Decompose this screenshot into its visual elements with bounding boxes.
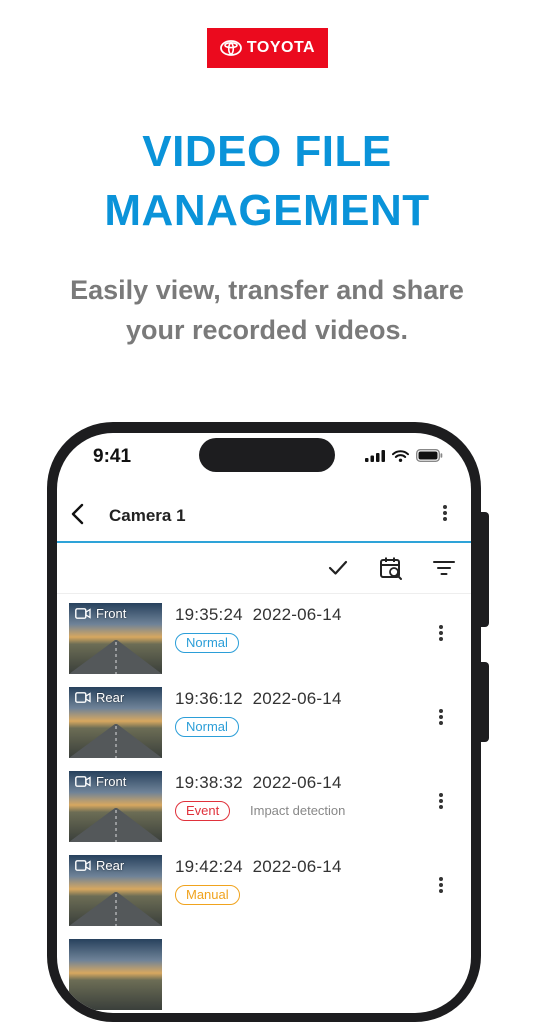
check-icon[interactable] — [325, 555, 351, 581]
subheadline-line-1: Easily view, transfer and share — [70, 275, 464, 305]
video-list-item[interactable]: Rear 19:42:24 2022-06-14 Manual — [57, 845, 471, 929]
brand-name: TOYOTA — [246, 39, 316, 56]
video-thumbnail[interactable]: Front — [69, 603, 162, 674]
road-scene-image — [69, 892, 162, 926]
phone-screen: 9:41 Camera 1 Front 19:35:24 2022-06-14 … — [57, 433, 471, 1013]
video-camera-icon — [75, 776, 91, 787]
video-list-item[interactable]: Front 19:38:32 2022-06-14 Event Impact d… — [57, 761, 471, 845]
recording-type-badge: Event — [175, 801, 231, 821]
video-camera-icon — [75, 608, 91, 619]
headline-line-2: MANAGEMENT — [104, 186, 430, 235]
subheadline: Easily view, transfer and share your rec… — [0, 270, 534, 350]
item-menu-icon[interactable] — [436, 875, 446, 899]
recording-type-badge: Normal — [175, 633, 239, 653]
toyota-logo: TOYOTA — [207, 28, 328, 68]
camera-label: Rear — [96, 858, 125, 873]
video-list-item[interactable]: Front 19:35:24 2022-06-14 Normal — [57, 593, 471, 677]
recording-type-badge: Manual — [175, 885, 240, 905]
recording-datetime: 19:36:12 2022-06-14 — [175, 689, 342, 708]
toyota-emblem-icon — [220, 40, 242, 56]
dynamic-island — [199, 438, 335, 472]
phone-frame: 9:41 Camera 1 Front 19:35:24 2022-06-14 … — [47, 422, 489, 1022]
road-scene-image — [69, 640, 162, 674]
video-list-item[interactable] — [57, 929, 471, 1013]
video-camera-icon — [75, 860, 91, 871]
recording-datetime: 19:42:24 2022-06-14 — [175, 857, 342, 876]
status-icons — [365, 449, 443, 462]
battery-icon — [416, 449, 443, 462]
calendar-search-icon[interactable] — [378, 555, 404, 581]
phone-side-button — [481, 512, 489, 627]
page-title: Camera 1 — [109, 506, 186, 525]
video-list: Front 19:35:24 2022-06-14 Normal Rear 19… — [57, 593, 471, 1013]
camera-label: Rear — [96, 690, 125, 705]
event-note: Impact detection — [250, 803, 346, 818]
video-camera-icon — [75, 692, 91, 703]
video-thumbnail[interactable]: Rear — [69, 687, 162, 758]
item-menu-icon[interactable] — [436, 791, 446, 815]
subheadline-line-2: your recorded videos. — [125, 315, 409, 345]
recording-type-badge: Normal — [175, 717, 239, 737]
camera-label: Front — [96, 606, 127, 621]
recording-datetime: 19:38:32 2022-06-14 — [175, 773, 342, 792]
video-list-item[interactable]: Rear 19:36:12 2022-06-14 Normal — [57, 677, 471, 761]
phone-side-button — [481, 662, 489, 742]
headline-line-1: VIDEO FILE — [142, 127, 392, 176]
road-scene-image — [69, 808, 162, 842]
status-time: 9:41 — [93, 446, 132, 467]
item-menu-icon[interactable] — [436, 707, 446, 731]
video-thumbnail[interactable]: Rear — [69, 855, 162, 926]
more-options-icon[interactable] — [439, 503, 451, 527]
filter-icon[interactable] — [431, 555, 457, 581]
back-arrow-icon[interactable] — [67, 502, 91, 526]
app-bar: Camera 1 — [57, 491, 471, 543]
item-menu-icon[interactable] — [436, 623, 446, 647]
headline: VIDEO FILE MANAGEMENT — [0, 122, 534, 240]
recording-datetime: 19:35:24 2022-06-14 — [175, 605, 342, 624]
video-thumbnail[interactable]: Front — [69, 771, 162, 842]
wifi-icon — [392, 449, 409, 462]
list-toolbar — [57, 543, 471, 594]
camera-label: Front — [96, 774, 127, 789]
road-scene-image — [69, 724, 162, 758]
signal-icon — [365, 449, 385, 462]
